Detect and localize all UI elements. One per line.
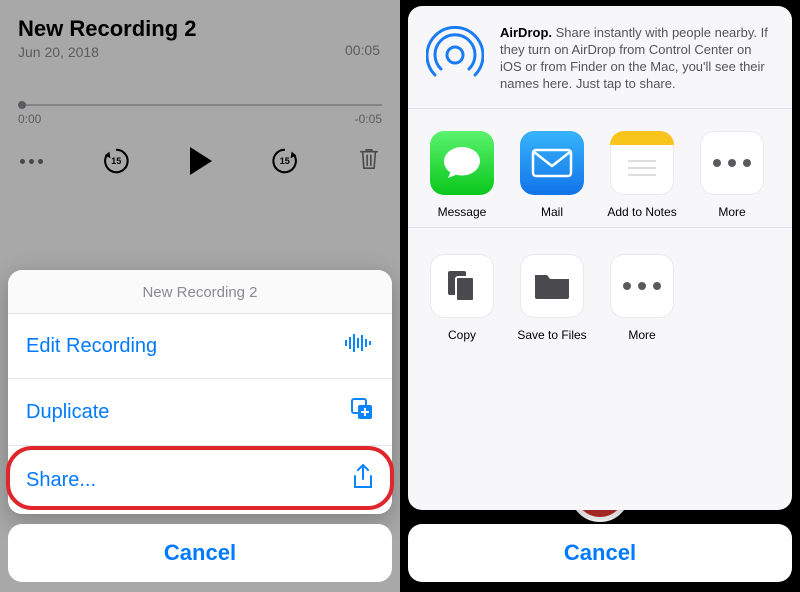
share-action-save[interactable]: Save to Files — [514, 254, 590, 342]
more-options-icon[interactable] — [20, 159, 43, 164]
duplicate-button[interactable]: Duplicate — [8, 379, 392, 446]
waveform-icon — [344, 332, 374, 360]
skip-back-15-icon[interactable]: 15 — [101, 146, 131, 176]
share-action-copy[interactable]: Copy — [424, 254, 500, 342]
share-sheet: AirDrop. Share instantly with people nea… — [408, 6, 792, 510]
more-icon — [610, 254, 674, 318]
duplicate-label: Duplicate — [26, 401, 109, 424]
sheet-title: New Recording 2 — [8, 270, 392, 314]
cancel-button[interactable]: Cancel — [8, 524, 392, 582]
action-sheet: New Recording 2 Edit Recording — [8, 270, 392, 514]
folder-icon — [520, 254, 584, 318]
share-actions-row: Copy Save to Files More — [408, 228, 792, 352]
message-icon — [430, 131, 494, 195]
scrub-end: -0:05 — [355, 112, 382, 126]
share-app-message[interactable]: Message — [424, 131, 500, 219]
share-app-mail[interactable]: Mail — [514, 131, 590, 219]
duplicate-icon — [350, 397, 374, 427]
share-button[interactable]: Share... — [8, 446, 392, 514]
recording-header: New Recording 2 Jun 20, 2018 00:05 — [0, 0, 400, 66]
edit-recording-button[interactable]: Edit Recording — [8, 314, 392, 379]
airdrop-icon — [424, 24, 486, 86]
scrubber-knob[interactable] — [18, 101, 26, 109]
recording-title: New Recording 2 — [18, 16, 382, 42]
voice-memos-screen: New Recording 2 Jun 20, 2018 00:05 0:00 … — [0, 0, 400, 592]
share-app-notes[interactable]: Add to Notes — [604, 131, 680, 219]
more-icon — [700, 131, 764, 195]
edit-recording-label: Edit Recording — [26, 335, 157, 358]
play-icon[interactable] — [190, 147, 212, 175]
share-action-more[interactable]: More — [604, 254, 680, 342]
trash-icon[interactable] — [358, 147, 380, 176]
copy-icon — [430, 254, 494, 318]
share-app-more[interactable]: More — [694, 131, 770, 219]
share-apps-row: Message Mail Add to Notes — [408, 109, 792, 227]
scrubber[interactable]: 0:00 -0:05 — [18, 104, 382, 126]
recording-date: Jun 20, 2018 — [18, 44, 382, 60]
scrub-start: 0:00 — [18, 112, 41, 126]
notes-icon — [610, 131, 674, 195]
share-label: Share... — [26, 469, 96, 492]
cancel-button[interactable]: Cancel — [408, 524, 792, 582]
airdrop-description: AirDrop. Share instantly with people nea… — [500, 24, 776, 92]
share-icon — [352, 464, 374, 496]
skip-forward-15-icon[interactable]: 15 — [270, 146, 300, 176]
share-sheet-screen: AirDrop. Share instantly with people nea… — [400, 0, 800, 592]
recording-duration: 00:05 — [345, 42, 380, 58]
mail-icon — [520, 131, 584, 195]
